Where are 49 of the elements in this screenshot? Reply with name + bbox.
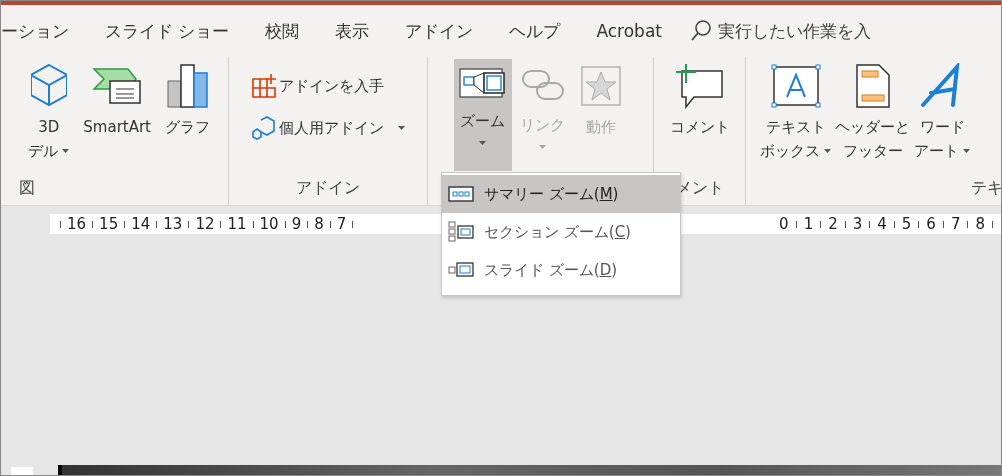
button-label: ヘッダーと: [835, 117, 910, 138]
button-label: フッター: [842, 141, 903, 162]
button-label: 動作: [585, 117, 616, 138]
section-zoom-icon: [448, 221, 474, 243]
ribbon-tab[interactable]: ーション: [1, 19, 69, 43]
slide-thumbnail[interactable]: [11, 467, 33, 475]
ribbon-button[interactable]: ズーム: [453, 59, 512, 171]
button-label: テキスト: [765, 117, 826, 138]
button-label: ズーム: [460, 111, 505, 132]
ribbon-tab[interactable]: アドイン: [405, 19, 474, 43]
bar-chart-icon: [165, 63, 210, 109]
add-comment-icon: [673, 63, 726, 109]
menu-item[interactable]: サマリー ズーム(M): [442, 175, 680, 213]
ribbon-tab[interactable]: Acrobat: [596, 21, 662, 41]
group-label: アドイン: [296, 178, 360, 199]
button-label: コメント: [669, 117, 730, 138]
text-box-icon: [769, 63, 822, 109]
group-label: テキ: [971, 178, 1001, 199]
store-icon: [251, 73, 277, 99]
cube-icon: [30, 63, 67, 109]
menu-item[interactable]: スライド ズーム(D): [442, 251, 680, 289]
ribbon-tab[interactable]: 表示: [335, 19, 370, 43]
ribbon-button[interactable]: 3D デル: [24, 59, 74, 171]
ribbon-button[interactable]: ヘッダーと フッター: [833, 59, 912, 171]
search-icon: [690, 19, 712, 43]
ribbon-button[interactable]: コメント: [665, 59, 734, 171]
ribbon-button[interactable]: アドインを入手: [251, 73, 405, 99]
button-label: グラフ: [165, 117, 210, 138]
group-label: 図: [18, 178, 35, 199]
ribbon-button[interactable]: SmartArt: [79, 59, 155, 171]
ribbon-tab[interactable]: ヘルプ: [509, 19, 561, 43]
search-field[interactable]: 実行したい作業を入: [690, 19, 908, 43]
summary-zoom-icon: [448, 186, 474, 202]
button-label: リンク: [520, 115, 565, 136]
ribbon-button[interactable]: テキスト ボックス: [758, 59, 833, 171]
ribbon-tab[interactable]: スライド ショー: [105, 19, 230, 43]
slide-zoom-icon: [448, 262, 474, 278]
menu-item[interactable]: セクション ズーム(C): [442, 213, 680, 251]
ribbon-button[interactable]: 個人用アドイン: [251, 115, 405, 141]
ribbon-button[interactable]: ワード アート: [912, 59, 972, 171]
button-label: デル: [28, 141, 59, 162]
button-label: ボックス: [760, 141, 820, 162]
hexagon-icon: [251, 115, 277, 141]
button-label: ワード: [919, 117, 965, 138]
button-label: アート: [914, 141, 959, 162]
button-label: 3D: [38, 117, 60, 138]
ribbon-tab[interactable]: 校閲: [265, 19, 300, 43]
ribbon-button[interactable]: グラフ: [161, 59, 214, 171]
button-label: SmartArt: [83, 117, 151, 138]
